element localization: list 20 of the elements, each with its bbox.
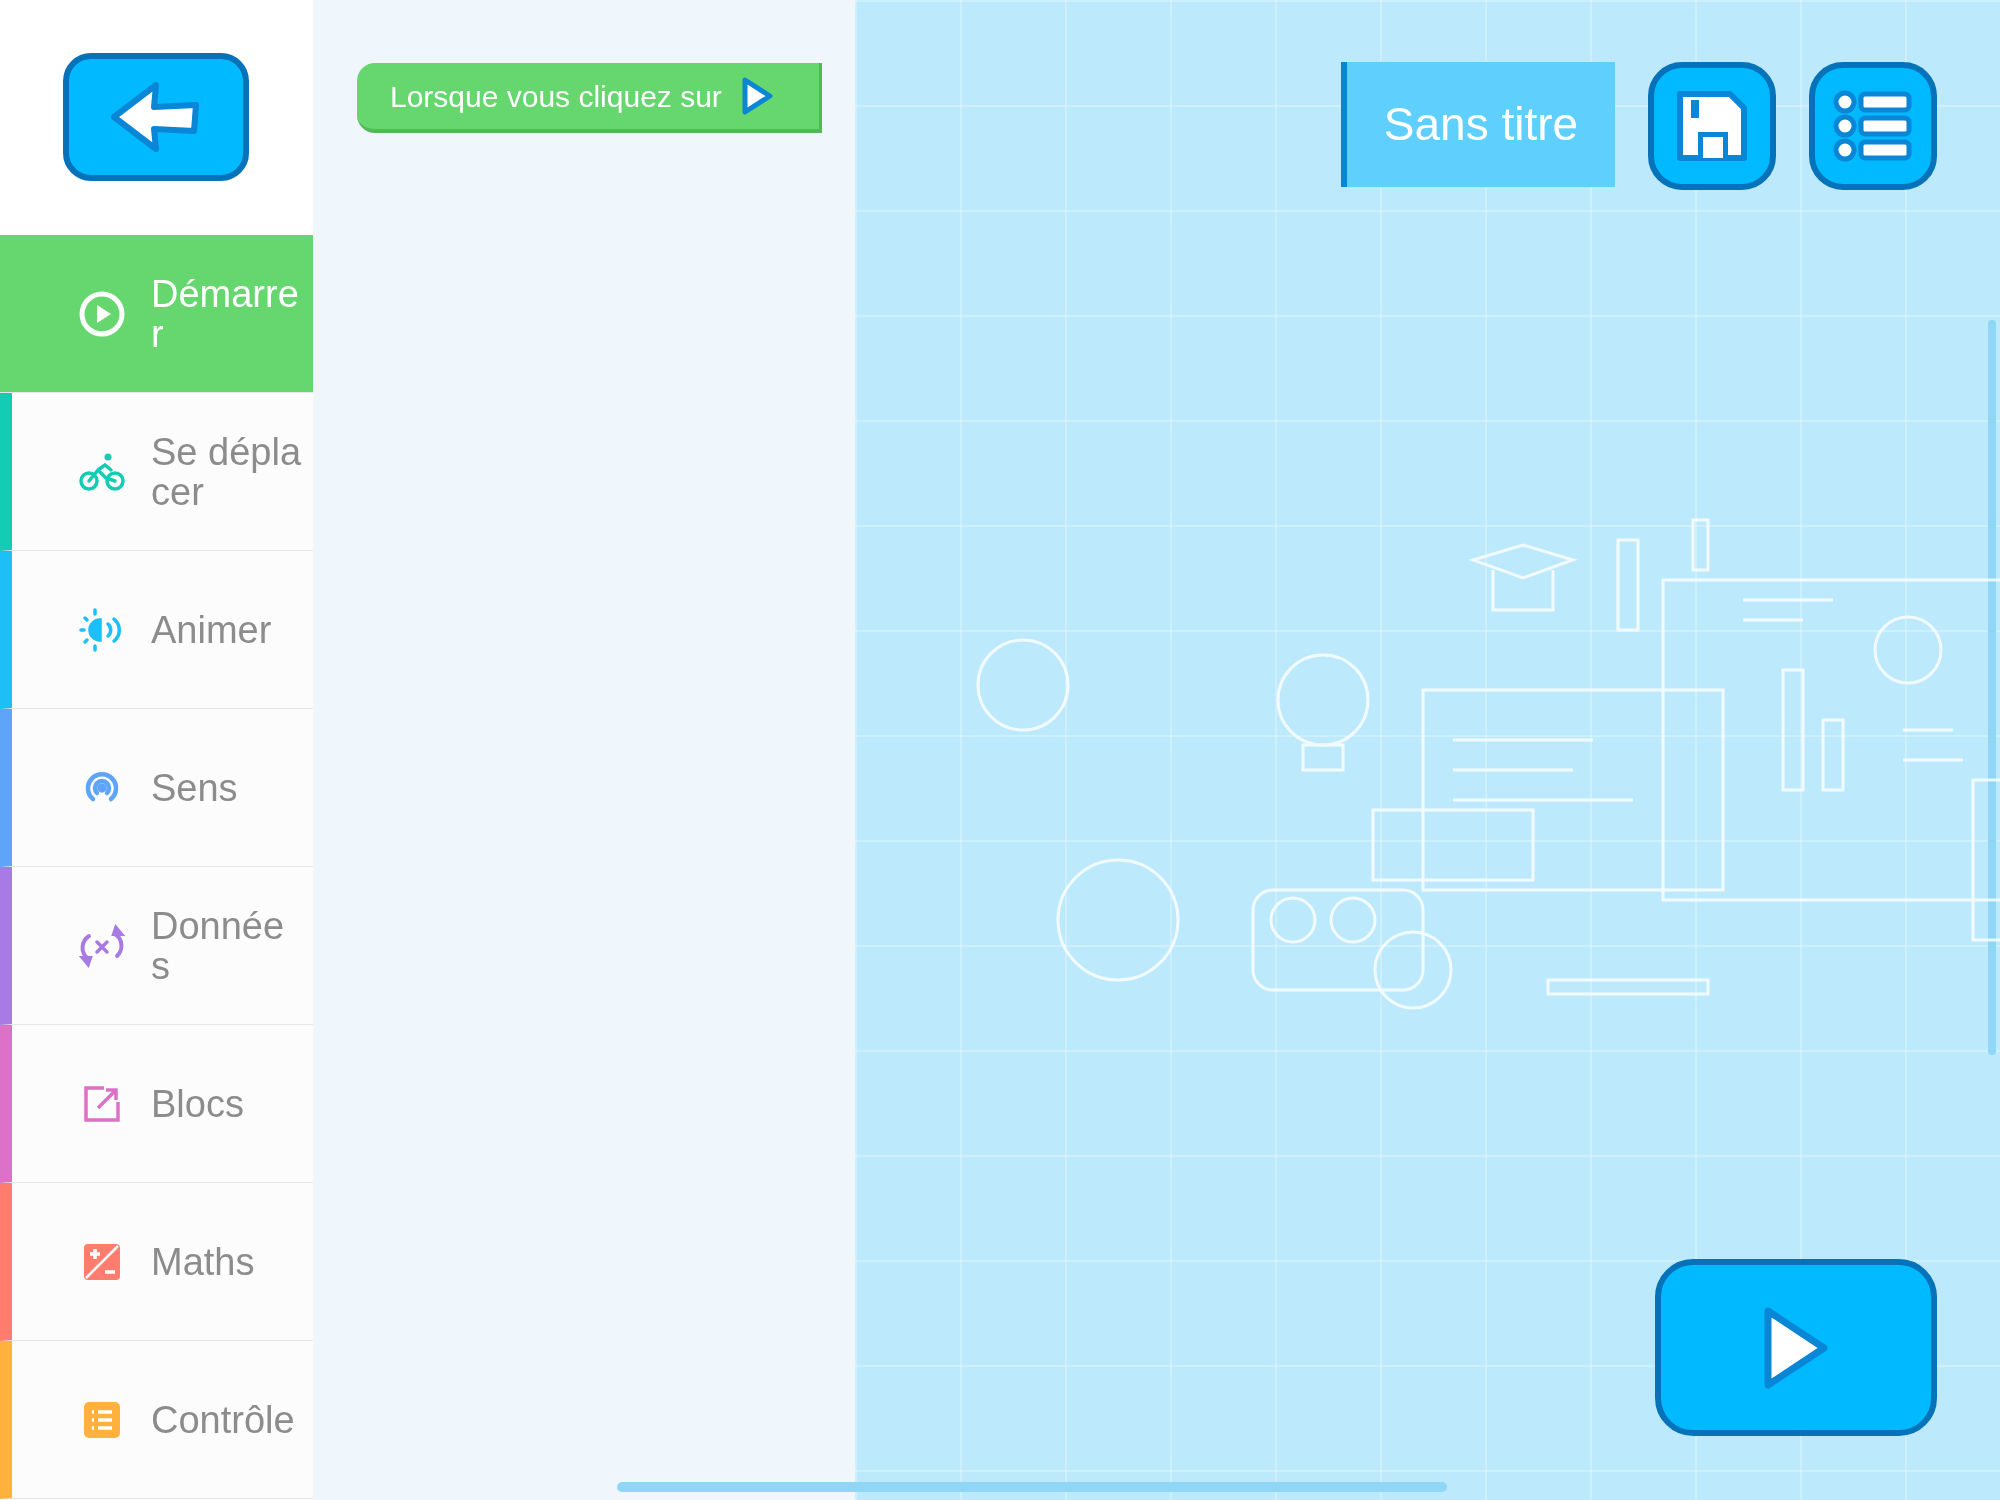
category-tab[interactable]: Se déplacer <box>0 393 313 551</box>
back-button[interactable] <box>63 53 249 181</box>
play-button[interactable] <box>1655 1259 1937 1436</box>
project-title[interactable]: Sans titre <box>1341 62 1615 187</box>
category-tab[interactable]: Contrôle <box>0 1341 313 1499</box>
event-block[interactable]: Lorsque vous cliquez sur <box>357 63 822 133</box>
category-tab[interactable]: Blocs <box>0 1025 313 1183</box>
horizontal-scrollbar[interactable] <box>617 1482 1447 1492</box>
category-tab[interactable]: Sens <box>0 709 313 867</box>
category-tab[interactable]: Animer <box>0 551 313 709</box>
vertical-scrollbar[interactable] <box>1988 320 1996 1055</box>
save-icon <box>1674 88 1750 164</box>
category-tab[interactable]: Données <box>0 867 313 1025</box>
save-button[interactable] <box>1648 62 1776 190</box>
variable-icon <box>78 921 126 970</box>
list-icon <box>1833 90 1913 162</box>
menu-button[interactable] <box>1809 62 1937 190</box>
category-tab[interactable]: Maths <box>0 1183 313 1341</box>
play-circle-icon <box>78 289 126 338</box>
category-tab[interactable]: Démarrer <box>0 235 313 393</box>
